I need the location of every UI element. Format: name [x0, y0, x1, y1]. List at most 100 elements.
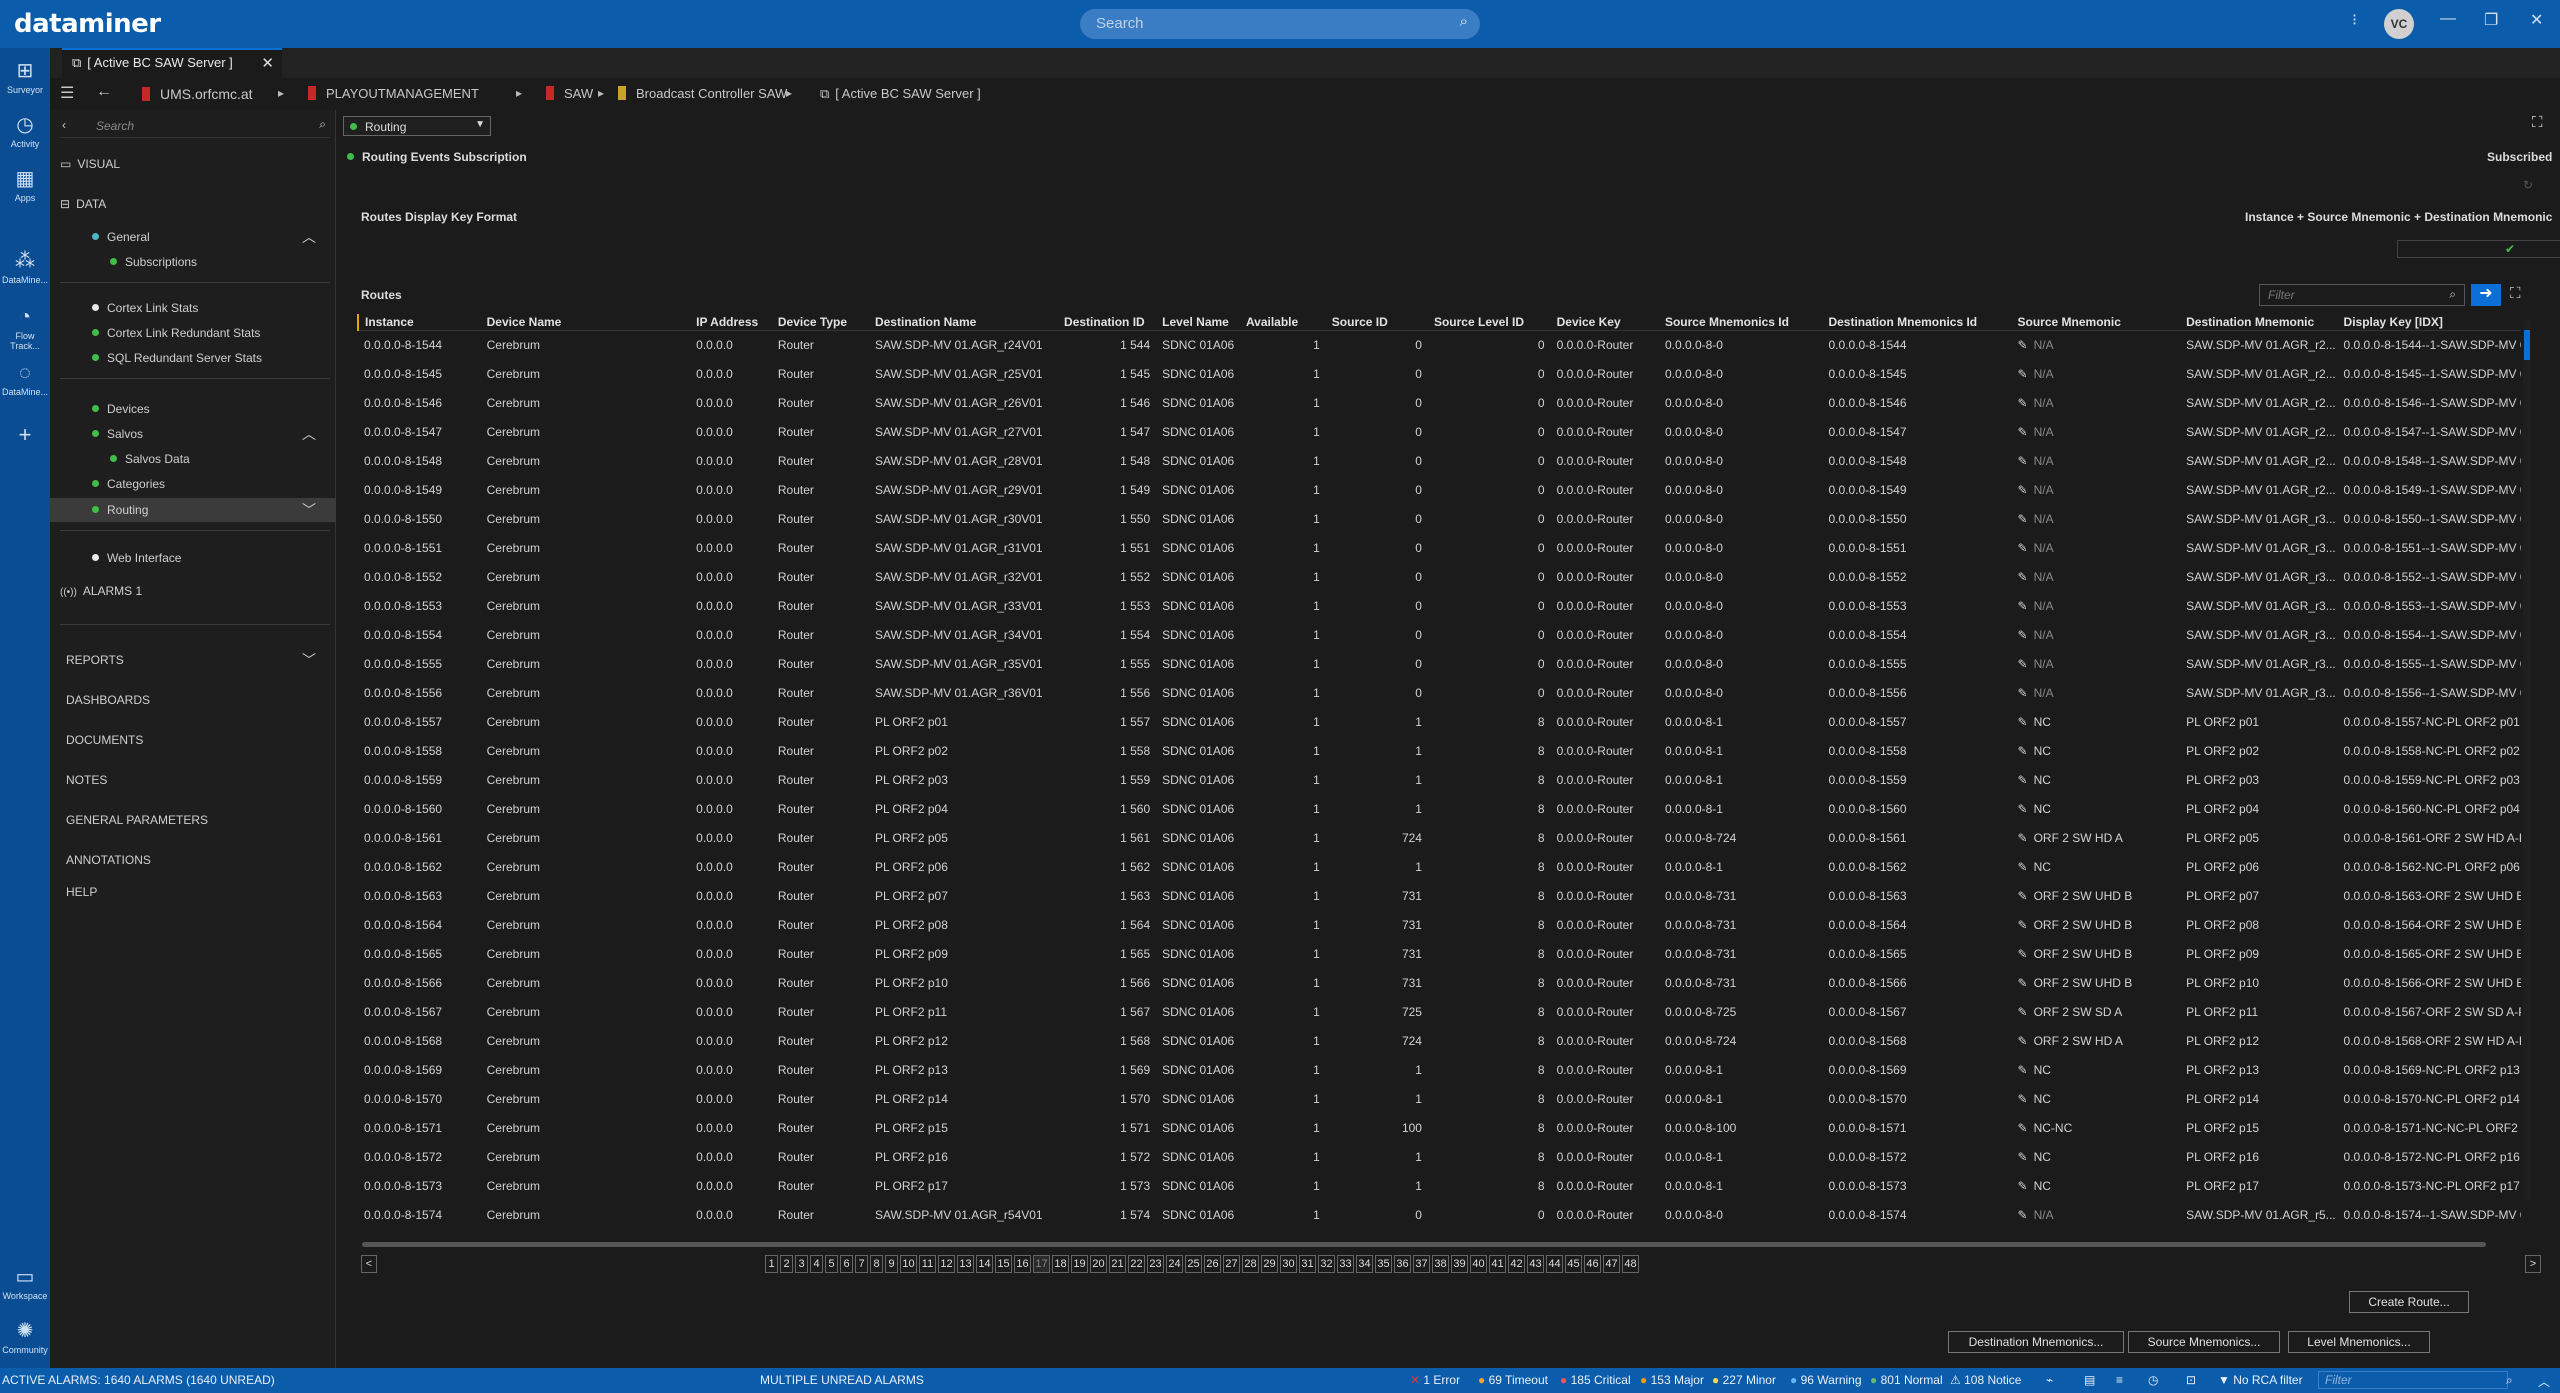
rail-surveyor[interactable]: ⊞ Surveyor: [0, 58, 50, 95]
timeout-count[interactable]: ● 69 Timeout: [1478, 1373, 1548, 1387]
destination-mnemonics-button[interactable]: Destination Mnemonics...: [1948, 1331, 2124, 1353]
page-button[interactable]: 46: [1584, 1255, 1601, 1273]
page-button[interactable]: 22: [1128, 1255, 1145, 1273]
search-icon[interactable]: ⌕: [2449, 287, 2456, 302]
edit-pencil-icon[interactable]: ✎: [2018, 541, 2028, 555]
minor-count[interactable]: ● 227 Minor: [1712, 1373, 1776, 1387]
edit-pencil-icon[interactable]: ✎: [2018, 860, 2028, 874]
edit-pencil-icon[interactable]: ✎: [2018, 454, 2028, 468]
sidebar-item-annotations[interactable]: ANNOTATIONS: [50, 848, 336, 872]
sidebar-item-general[interactable]: General ︿: [50, 225, 336, 249]
table-horizontal-scrollbar[interactable]: [362, 1242, 2486, 1247]
page-button[interactable]: 21: [1109, 1255, 1126, 1273]
edit-pencil-icon[interactable]: ✎: [2018, 976, 2028, 990]
sidebar-item-categories[interactable]: Categories: [50, 472, 336, 496]
sidebar-item-sql-redundant[interactable]: SQL Redundant Server Stats: [50, 346, 336, 370]
edit-pencil-icon[interactable]: ✎: [2018, 512, 2028, 526]
table-row[interactable]: 0.0.0.0-8-1550 Cerebrum 0.0.0.0 Router SAW.S…: [358, 504, 2521, 533]
edit-pencil-icon[interactable]: ✎: [2018, 686, 2028, 700]
column-header[interactable]: Destination Name: [868, 314, 1059, 331]
sidebar-item-documents[interactable]: DOCUMENTS: [50, 728, 336, 752]
source-mnemonics-button[interactable]: Source Mnemonics...: [2128, 1331, 2280, 1353]
edit-pencil-icon[interactable]: ✎: [2018, 338, 2028, 352]
search-icon[interactable]: ⌕: [2506, 1373, 2513, 1388]
table-row[interactable]: 0.0.0.0-8-1557 Cerebrum 0.0.0.0 Router PL OR…: [358, 707, 2521, 736]
edit-pencil-icon[interactable]: ✎: [2018, 1063, 2028, 1077]
edit-pencil-icon[interactable]: ✎: [2018, 628, 2028, 642]
chevron-down-icon[interactable]: ﹀: [302, 650, 316, 670]
page-button[interactable]: 48: [1622, 1255, 1639, 1273]
table-row[interactable]: 0.0.0.0-8-1551 Cerebrum 0.0.0.0 Router SAW.S…: [358, 533, 2521, 562]
page-button[interactable]: 20: [1090, 1255, 1107, 1273]
normal-count[interactable]: ● 801 Normal: [1870, 1373, 1943, 1387]
column-header[interactable]: Level Name: [1156, 314, 1240, 331]
sidebar-item-help[interactable]: HELP: [50, 880, 336, 904]
sidebar-item-alarms[interactable]: ((•)) ALARMS 1: [50, 579, 336, 603]
page-button[interactable]: 26: [1204, 1255, 1221, 1273]
table-fullscreen-icon[interactable]: ⛶: [2510, 285, 2521, 302]
sidebar-item-routing[interactable]: Routing ﹀: [50, 498, 336, 522]
key-format-select[interactable]: ▼: [2397, 240, 2560, 258]
table-row[interactable]: 0.0.0.0-8-1572 Cerebrum 0.0.0.0 Router PL OR…: [358, 1142, 2521, 1171]
page-select[interactable]: Routing ▼: [343, 116, 491, 136]
status-filter-input[interactable]: Filter: [2318, 1371, 2508, 1389]
sidebar-item-data[interactable]: ⊟ DATA: [50, 192, 336, 216]
rail-activity[interactable]: ◷ Activity: [0, 112, 50, 149]
scrollbar-thumb[interactable]: [2524, 330, 2530, 360]
edit-pencil-icon[interactable]: ✎: [2018, 1150, 2028, 1164]
notice-count[interactable]: ⚠ 108 Notice: [1950, 1373, 2021, 1387]
filter-apply-button[interactable]: ➜: [2471, 284, 2501, 306]
list-view-icon[interactable]: ▤: [2084, 1373, 2095, 1387]
page-button[interactable]: 4: [810, 1255, 823, 1273]
tab-active-bc-saw-server[interactable]: ⧉ [ Active BC SAW Server ] ✕: [62, 48, 282, 78]
page-button[interactable]: 23: [1147, 1255, 1164, 1273]
page-button[interactable]: 30: [1280, 1255, 1297, 1273]
table-row[interactable]: 0.0.0.0-8-1544 Cerebrum 0.0.0.0 Router SAW.S…: [358, 330, 2521, 359]
edit-pencil-icon[interactable]: ✎: [2018, 889, 2028, 903]
sidebar-item-devices[interactable]: Devices: [50, 397, 336, 421]
rail-apps[interactable]: ▦ Apps: [0, 166, 50, 203]
page-button[interactable]: 28: [1242, 1255, 1259, 1273]
edit-pencil-icon[interactable]: ✎: [2018, 744, 2028, 758]
page-button[interactable]: 39: [1451, 1255, 1468, 1273]
fullscreen-icon[interactable]: ⛶: [2532, 114, 2543, 131]
edit-pencil-icon[interactable]: ✎: [2018, 802, 2028, 816]
page-button[interactable]: 15: [995, 1255, 1012, 1273]
page-button[interactable]: 36: [1394, 1255, 1411, 1273]
table-row[interactable]: 0.0.0.0-8-1570 Cerebrum 0.0.0.0 Router PL OR…: [358, 1084, 2521, 1113]
page-button[interactable]: 37: [1413, 1255, 1430, 1273]
chevron-up-icon[interactable]: ︿: [302, 227, 316, 247]
apply-check-icon[interactable]: ✔: [2505, 242, 2515, 256]
edit-pencil-icon[interactable]: ✎: [2018, 1092, 2028, 1106]
table-row[interactable]: 0.0.0.0-8-1545 Cerebrum 0.0.0.0 Router SAW.S…: [358, 359, 2521, 388]
page-button[interactable]: 25: [1185, 1255, 1202, 1273]
refresh-icon[interactable]: ↻: [2523, 178, 2533, 192]
notifications-icon[interactable]: ⁝: [2352, 10, 2357, 30]
sidebar-item-reports[interactable]: REPORTS ﹀: [50, 648, 336, 672]
search-icon[interactable]: ⌕: [319, 117, 326, 132]
column-header[interactable]: Device Key: [1550, 314, 1659, 331]
edit-pencil-icon[interactable]: ✎: [2018, 715, 2028, 729]
column-header[interactable]: Destination Mnemonic: [2180, 314, 2338, 331]
routes-filter-input[interactable]: Filter ⌕: [2259, 284, 2465, 306]
restore-icon[interactable]: ❐: [2484, 10, 2498, 30]
column-header[interactable]: Destination Mnemonics Id: [1822, 314, 2012, 331]
page-button[interactable]: 27: [1223, 1255, 1240, 1273]
page-button[interactable]: 42: [1508, 1255, 1525, 1273]
page-button[interactable]: 10: [900, 1255, 917, 1273]
edit-pencil-icon[interactable]: ✎: [2018, 1179, 2028, 1193]
edit-pencil-icon[interactable]: ✎: [2018, 918, 2028, 932]
page-button[interactable]: 12: [938, 1255, 955, 1273]
table-row[interactable]: 0.0.0.0-8-1566 Cerebrum 0.0.0.0 Router PL OR…: [358, 968, 2521, 997]
rail-community[interactable]: ✺ Community: [0, 1318, 50, 1355]
sidebar-item-general-parameters[interactable]: GENERAL PARAMETERS: [50, 808, 336, 832]
table-row[interactable]: 0.0.0.0-8-1548 Cerebrum 0.0.0.0 Router SAW.S…: [358, 446, 2521, 475]
edit-pencil-icon[interactable]: ✎: [2018, 1121, 2028, 1135]
breadcrumb-item-saw[interactable]: SAW: [514, 86, 593, 101]
edit-pencil-icon[interactable]: ✎: [2018, 947, 2028, 961]
page-button[interactable]: 29: [1261, 1255, 1278, 1273]
sidebar-item-subscriptions[interactable]: Subscriptions: [50, 250, 336, 274]
rail-datamine-1[interactable]: ⁂ DataMine...: [0, 248, 50, 285]
rail-workspace[interactable]: ▭ Workspace: [0, 1264, 50, 1301]
table-row[interactable]: 0.0.0.0-8-1558 Cerebrum 0.0.0.0 Router PL OR…: [358, 736, 2521, 765]
